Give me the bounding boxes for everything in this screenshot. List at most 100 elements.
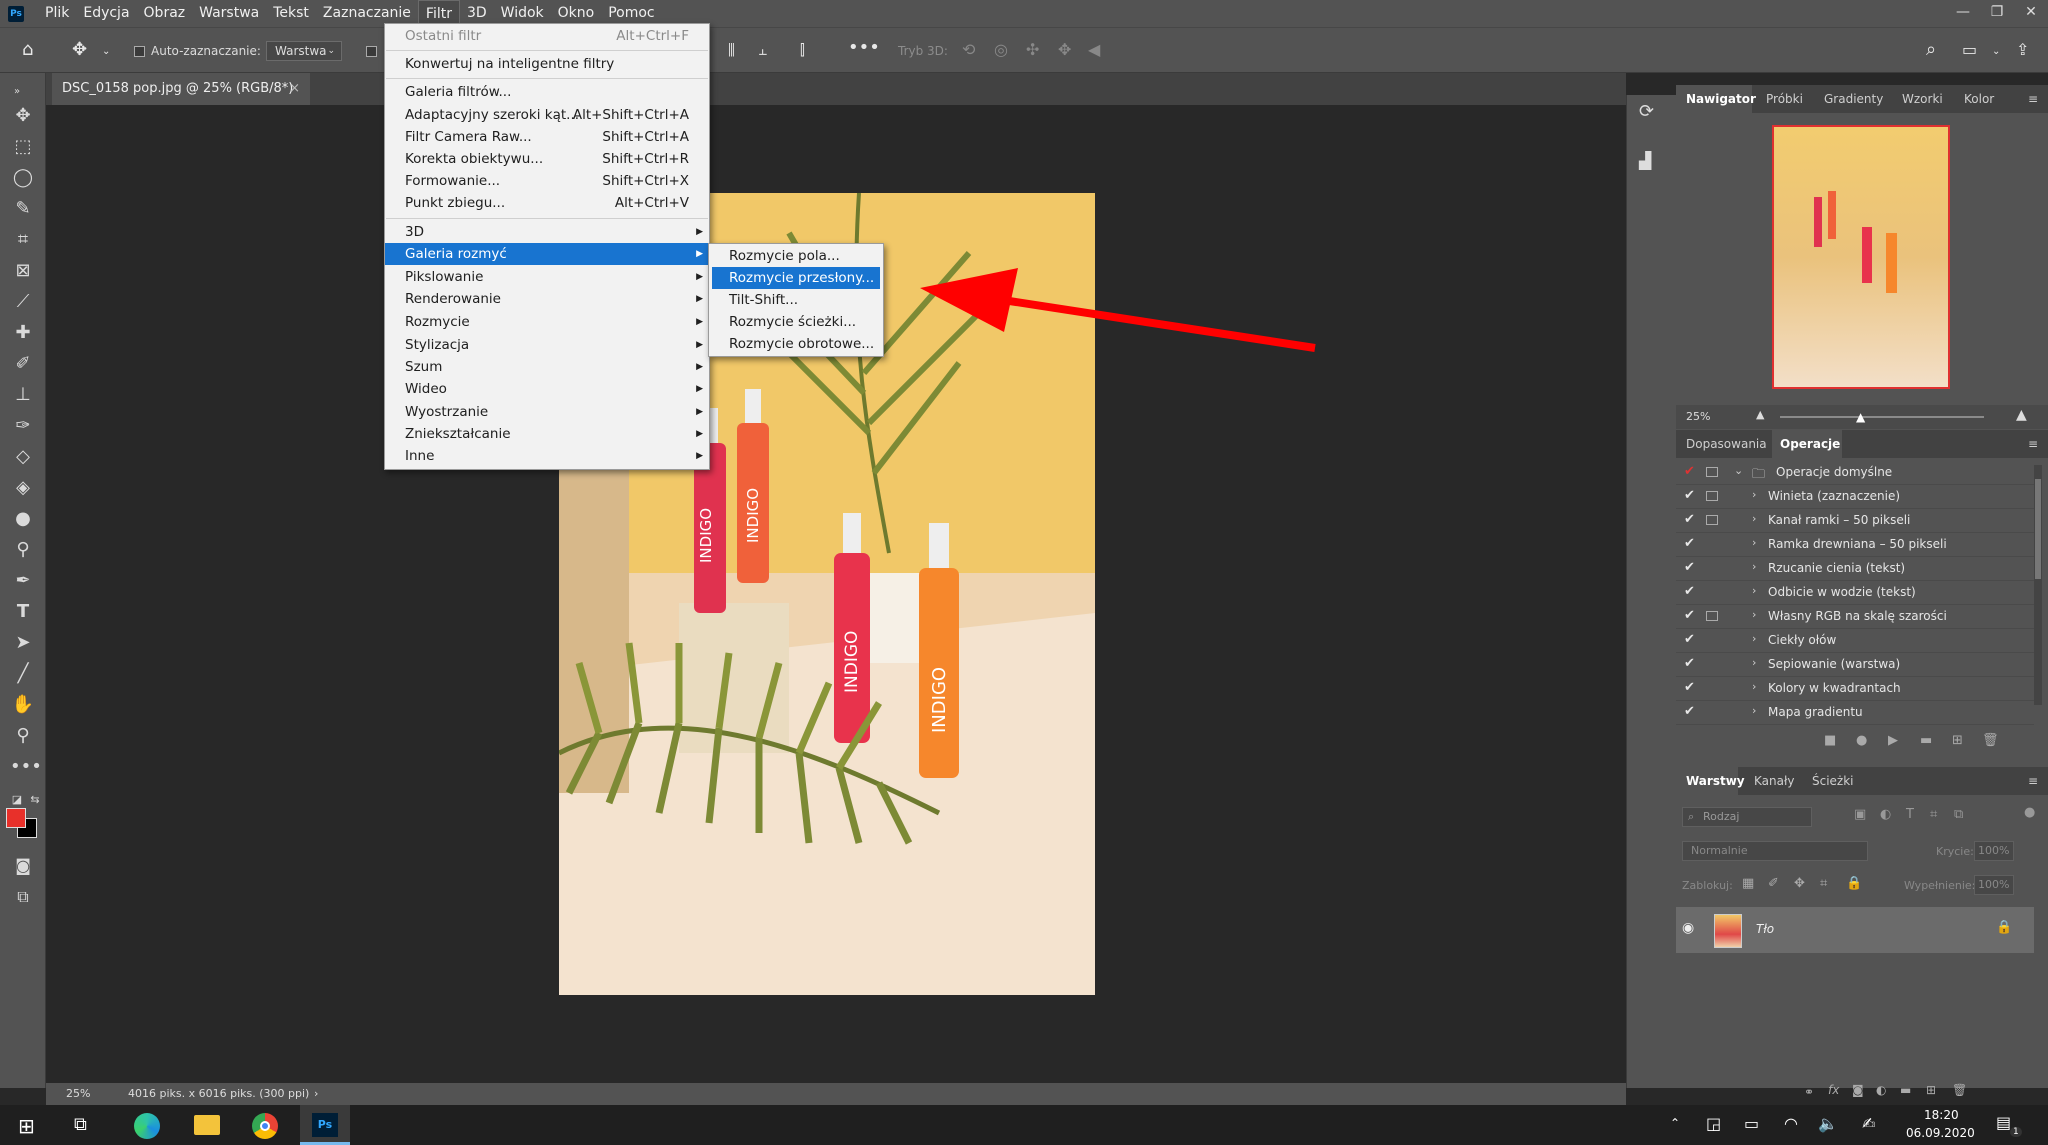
hand-tool-icon[interactable]: ✋ <box>10 692 36 718</box>
expand-icon[interactable]: › <box>1752 680 1756 693</box>
action-row[interactable]: ✔ › Sepiowanie (warstwa) <box>1676 653 2034 677</box>
clone-stamp-tool-icon[interactable]: ⊥ <box>10 382 36 408</box>
lasso-tool-icon[interactable]: ◯ <box>10 165 36 191</box>
menu-item-adaptive-wide-angle[interactable]: Adaptacyjny szeroki kąt... Alt+Shift+Ctrl… <box>385 104 709 126</box>
check-icon[interactable]: ✔ <box>1684 608 1695 623</box>
line-tool-icon[interactable]: ╱ <box>10 661 36 687</box>
zoom-tool-icon[interactable]: ⚲ <box>10 723 36 749</box>
tab-color[interactable]: Kolor <box>1964 85 1994 113</box>
play-icon[interactable]: ▶ <box>1888 733 1898 748</box>
menu-tekst[interactable]: Tekst <box>266 0 316 27</box>
auto-select-checkbox[interactable] <box>134 46 145 57</box>
menu-obraz[interactable]: Obraz <box>137 0 193 27</box>
action-row[interactable]: ✔ › Winieta (zaznaczenie) <box>1676 485 2034 509</box>
type-tool-icon[interactable]: T <box>10 599 36 625</box>
photoshop-taskbar-button[interactable]: Ps <box>300 1105 350 1145</box>
action-row[interactable]: ✔ › Własny RGB na skalę szarości <box>1676 605 2034 629</box>
foreground-color-swatch[interactable] <box>6 808 26 828</box>
expand-icon[interactable]: › <box>1752 536 1756 549</box>
menu-item-lens-correction[interactable]: Korekta obiektywu... Shift+Ctrl+R <box>385 148 709 170</box>
minimize-icon[interactable]: — <box>1946 0 1980 27</box>
menu-item-other[interactable]: Inne ▶ <box>385 445 709 467</box>
tab-patterns[interactable]: Wzorki <box>1902 85 1943 113</box>
navigator-thumbnail[interactable] <box>1772 125 1950 389</box>
stop-icon[interactable]: ■ <box>1824 733 1836 748</box>
expand-icon[interactable]: › <box>1752 704 1756 717</box>
tray-chevron-icon[interactable]: ⌃ <box>1670 1116 1680 1130</box>
actions-scrollbar[interactable] <box>2034 465 2042 705</box>
menu-item-vanishing-point[interactable]: Punkt zbiegu... Alt+Ctrl+V <box>385 192 709 214</box>
pen-tool-icon[interactable]: ✒ <box>10 568 36 594</box>
check-icon[interactable]: ✔ <box>1684 512 1695 527</box>
tray-app-icon[interactable]: ◲ <box>1706 1114 1721 1133</box>
history-brush-tool-icon[interactable]: ✑ <box>10 413 36 439</box>
edit-toolbar-icon[interactable]: ••• <box>10 754 42 780</box>
adjustment-layer-icon[interactable]: ◐ <box>1876 1083 1886 1097</box>
lock-position-icon[interactable]: ✥ <box>1794 876 1805 891</box>
clock-time[interactable]: 18:20 <box>1924 1108 1959 1122</box>
volume-icon[interactable]: 🔈 <box>1818 1114 1838 1133</box>
home-icon[interactable]: ⌂ <box>22 40 33 60</box>
check-icon[interactable]: ✔ <box>1684 632 1695 647</box>
tab-paths[interactable]: Ścieżki <box>1812 767 1854 795</box>
fill-input[interactable]: 100% <box>1974 875 2014 895</box>
filter-smart-icon[interactable]: ⧉ <box>1954 807 1963 822</box>
edge-icon[interactable] <box>134 1113 160 1139</box>
menu-item-last-filter[interactable]: Ostatni filtr Alt+Ctrl+F <box>385 25 709 47</box>
expand-icon[interactable]: › <box>1752 656 1756 669</box>
filter-toggle-icon[interactable]: ● <box>2024 805 2035 820</box>
histogram-icon[interactable]: ▟ <box>1639 151 1651 170</box>
status-arrow-icon[interactable]: › <box>314 1083 318 1105</box>
menu-item-iris-blur[interactable]: Rozmycie przesłony... <box>712 267 880 289</box>
chevron-down-icon[interactable]: ⌄ <box>102 42 110 62</box>
menu-item-camera-raw[interactable]: Filtr Camera Raw... Shift+Ctrl+A <box>385 126 709 148</box>
path-select-tool-icon[interactable]: ➤ <box>10 630 36 656</box>
pen-workspace-icon[interactable]: ✍ <box>1862 1114 1875 1133</box>
dialog-toggle-icon[interactable] <box>1706 467 1718 477</box>
screen-mode-icon[interactable]: ⧉ <box>10 884 36 910</box>
action-row[interactable]: ✔ › Kolory w kwadrantach <box>1676 677 2034 701</box>
search-icon[interactable]: ⌕ <box>1926 40 1936 60</box>
new-action-icon[interactable]: ⊞ <box>1952 733 1963 748</box>
layers-menu-icon[interactable]: ≡ <box>2028 767 2038 795</box>
lock-artboard-icon[interactable]: ⌗ <box>1820 876 1827 891</box>
menu-warstwa[interactable]: Warstwa <box>192 0 266 27</box>
check-icon[interactable]: ✔ <box>1684 680 1695 695</box>
dialog-toggle-icon[interactable] <box>1706 491 1718 501</box>
close-icon[interactable]: ✕ <box>2014 0 2048 27</box>
expand-icon[interactable]: › <box>1752 560 1756 573</box>
marquee-tool-icon[interactable]: ⬚ <box>10 134 36 160</box>
expand-icon[interactable]: ⌄ <box>1734 464 1743 477</box>
tab-channels[interactable]: Kanały <box>1754 767 1794 795</box>
new-set-icon[interactable]: ▬ <box>1920 733 1932 748</box>
dialog-toggle-icon[interactable] <box>1706 611 1718 621</box>
auto-select-dropdown[interactable]: Warstwa ⌄ <box>266 41 342 61</box>
zoom-slider-handle-icon[interactable]: ▲ <box>1856 410 1865 424</box>
orbit-3d-icon[interactable]: ⟲ <box>962 40 975 60</box>
document-tab[interactable]: DSC_0158 pop.jpg @ 25% (RGB/8*) × <box>52 73 310 105</box>
new-layer-icon[interactable]: ⊞ <box>1926 1083 1936 1097</box>
video-3d-icon[interactable]: ◀ <box>1088 40 1100 60</box>
quick-mask-icon[interactable]: ◙ <box>10 853 36 879</box>
menu-item-3d[interactable]: 3D ▶ <box>385 221 709 243</box>
navigator-zoom-value[interactable]: 25% <box>1686 410 1710 423</box>
menu-item-liquify[interactable]: Formowanie... Shift+Ctrl+X <box>385 170 709 192</box>
visibility-eye-icon[interactable]: ◉ <box>1682 920 1694 936</box>
dodge-tool-icon[interactable]: ⚲ <box>10 537 36 563</box>
workspace-chevron-icon[interactable]: ⌄ <box>1992 42 2000 62</box>
action-row[interactable]: ✔ › Kanał ramki – 50 pikseli <box>1676 509 2034 533</box>
zoom-in-icon[interactable]: ▲ <box>2016 407 2027 423</box>
healing-brush-tool-icon[interactable]: ✚ <box>10 320 36 346</box>
action-row[interactable]: ✔ › Ciekły ołów <box>1676 629 2034 653</box>
zoom-level[interactable]: 25% <box>66 1083 90 1105</box>
menu-item-spin-blur[interactable]: Rozmycie obrotowe... <box>709 333 883 355</box>
menu-item-path-blur[interactable]: Rozmycie ścieżki... <box>709 311 883 333</box>
paint-bucket-tool-icon[interactable]: ◈ <box>10 475 36 501</box>
fx-icon[interactable]: fx <box>1828 1083 1839 1097</box>
menu-item-field-blur[interactable]: Rozmycie pola... <box>709 245 883 267</box>
opacity-input[interactable]: 100% <box>1974 841 2014 861</box>
filter-type-icon[interactable]: T <box>1906 807 1914 822</box>
align-middle-icon[interactable]: ⫼ <box>728 40 735 60</box>
chrome-icon[interactable] <box>252 1113 278 1139</box>
roll-3d-icon[interactable]: ◎ <box>994 40 1008 60</box>
